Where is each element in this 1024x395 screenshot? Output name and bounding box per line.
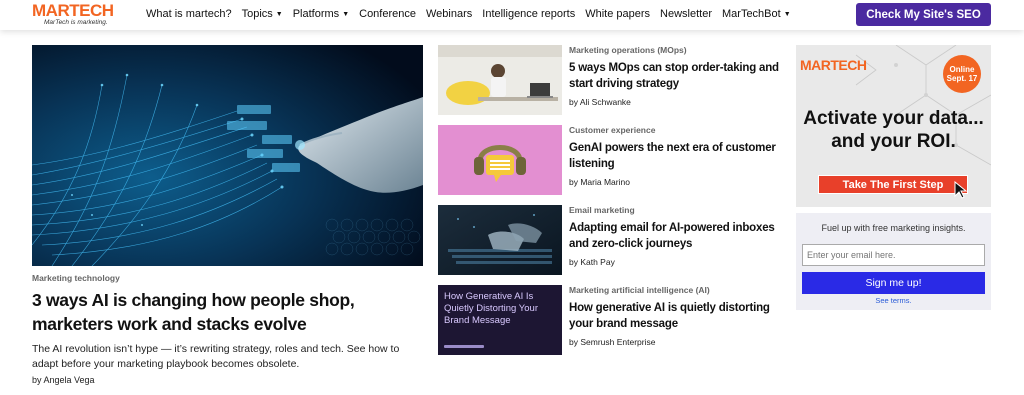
badge-line-date: Sept. 17 [946,74,978,83]
newsletter-title: Fuel up with free marketing insights. [821,223,966,233]
nav-label: Intelligence reports [482,8,576,20]
article-byline: by Semrush Enterprise [569,337,656,347]
nav-label: Newsletter [660,8,712,20]
nav-item-topics[interactable]: Topics ▼ [242,8,283,20]
hero-image[interactable] [32,45,423,266]
article-byline: by Ali Schwanke [569,97,631,107]
article-byline: by Kath Pay [569,257,615,267]
hero-category[interactable]: Marketing technology [32,273,120,283]
article-card[interactable]: Customer experience GenAI powers the nex… [438,125,778,195]
headphones-chat-bubble-image [438,125,562,195]
semrush-logo-mark [444,345,484,348]
nav-label: Platforms [292,8,340,20]
top-navigation-bar: MARTECH MarTech is marketing. What is ma… [0,0,1024,30]
article-thumbnail[interactable] [438,205,562,275]
check-seo-button[interactable]: Check My Site's SEO [856,3,991,26]
nav-label: MarTechBot [722,8,781,20]
article-category[interactable]: Marketing artificial intelligence (AI) [569,285,779,296]
badge-line-online: Online [949,65,975,74]
nav-label: Conference [359,8,416,20]
nav-label: Webinars [426,8,473,20]
woman-at-laptop-image [438,45,562,115]
article-category[interactable]: Email marketing [569,205,779,216]
ad-date-badge: Online Sept. 17 [943,55,981,93]
cursor-pointer-icon [954,181,968,199]
logo-tagline: MarTech is marketing. [44,19,108,26]
see-terms-link[interactable]: See terms. [796,296,991,305]
ad-headline: Activate your data... and your ROI. [796,107,991,153]
article-card[interactable]: Email marketing Adapting email for AI-po… [438,205,778,275]
article-title[interactable]: Adapting email for AI-powered inboxes an… [569,220,779,252]
article-category[interactable]: Marketing operations (MOps) [569,45,779,56]
article-title[interactable]: GenAI powers the next era of customer li… [569,140,779,172]
nav-item-conference[interactable]: Conference [359,8,416,20]
sign-up-button[interactable]: Sign me up! [802,272,985,294]
hero-byline: by Angela Vega [32,375,95,385]
article-title[interactable]: How generative AI is quietly distorting … [569,300,779,332]
nav-item-white-papers[interactable]: White papers [585,8,650,20]
article-category[interactable]: Customer experience [569,125,779,136]
caret-down-icon: ▼ [783,10,791,18]
ad-first-step-button[interactable]: Take The First Step [818,175,968,194]
martech-logo[interactable]: MARTECH MarTech is marketing. [32,1,114,27]
nav-item-what-is-martech[interactable]: What is martech? [146,8,232,20]
article-byline: by Maria Marino [569,177,630,187]
logo-wordmark: MARTECH [32,1,114,20]
article-card[interactable]: Marketing operations (MOps) 5 ways MOps … [438,45,779,115]
main-nav: What is martech? Topics ▼ Platforms ▼ Conf… [146,8,801,20]
hero-description: The AI revolution isn’t hype — it’s rewr… [32,343,400,370]
nav-label: What is martech? [146,8,232,20]
article-thumbnail[interactable] [438,45,562,115]
thumbnail-headline: How Generative AI Is Quietly Distorting … [444,291,538,326]
ad-headline-line2: and your ROI. [831,131,956,152]
nav-item-webinars[interactable]: Webinars [426,8,472,20]
ai-hand-network-illustration [32,45,423,266]
hero-title[interactable]: 3 ways AI is changing how people shop, m… [32,288,423,336]
article-title[interactable]: 5 ways MOps can stop order-taking and st… [569,60,779,92]
article-thumbnail[interactable] [438,125,562,195]
newsletter-signup: Fuel up with free marketing insights. Si… [796,213,991,310]
caret-down-icon: ▼ [275,10,283,18]
ad-logo: MARTECH [800,57,867,73]
ad-headline-line1: Activate your data... [803,108,984,129]
nav-item-newsletter[interactable]: Newsletter [660,8,712,20]
nav-label: Topics [241,8,273,20]
email-field[interactable] [802,244,985,266]
nav-item-intelligence-reports[interactable]: Intelligence reports [482,8,575,20]
caret-down-icon: ▼ [342,10,350,18]
martech-ad-banner[interactable]: MARTECH Online Sept. 17 Activate your da… [796,45,991,207]
nav-item-platforms[interactable]: Platforms ▼ [293,8,349,20]
article-thumbnail[interactable]: How Generative AI Is Quietly Distorting … [438,285,562,355]
hands-typing-keyboard-image [438,205,562,275]
nav-label: White papers [585,8,651,20]
article-card[interactable]: How Generative AI Is Quietly Distorting … [438,285,778,355]
nav-item-martechbot[interactable]: MarTechBot ▼ [722,8,791,20]
